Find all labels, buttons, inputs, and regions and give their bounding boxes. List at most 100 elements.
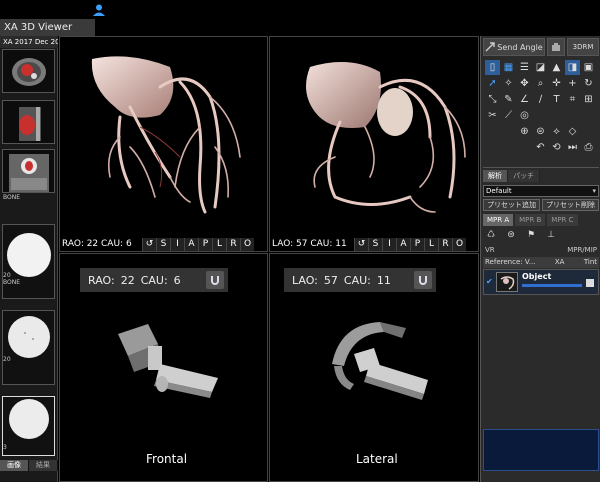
- series-thumb-2[interactable]: [2, 100, 55, 144]
- reference-label: Reference: V...: [485, 258, 536, 266]
- coronary-3d-render: [91, 56, 241, 214]
- preset-actions: プリセット追加 プリセット削除: [483, 199, 599, 211]
- trim-icon[interactable]: ⊞: [581, 92, 596, 107]
- landscape-icon[interactable]: ▲: [549, 60, 564, 75]
- user-icon[interactable]: [92, 3, 106, 17]
- object-color-swatch[interactable]: [586, 279, 594, 287]
- object-opacity-slider[interactable]: [522, 284, 582, 287]
- view-left-button[interactable]: L: [424, 238, 438, 251]
- xa-frame-thumbnail: [3, 225, 54, 298]
- pointer-icon[interactable]: ➚: [485, 76, 500, 91]
- tab-mpr-b[interactable]: MPR B: [515, 214, 546, 226]
- measure-icon[interactable]: ⤡: [485, 92, 500, 107]
- view-oblique-button[interactable]: O: [452, 238, 466, 251]
- line-icon[interactable]: ∕: [533, 92, 548, 107]
- view-anterior-button[interactable]: A: [184, 238, 198, 251]
- rotate-icon[interactable]: ↻: [581, 76, 596, 91]
- text-icon[interactable]: T: [549, 92, 564, 107]
- view-superior-button[interactable]: S: [368, 238, 382, 251]
- add-preset-button[interactable]: プリセット追加: [483, 199, 540, 211]
- undo-icon[interactable]: ↶: [533, 140, 548, 155]
- tab-mpr-c[interactable]: MPR C: [547, 214, 578, 226]
- series-thumb-6[interactable]: [2, 396, 55, 456]
- crosshair-icon[interactable]: ✛: [549, 76, 564, 91]
- fast-forward-icon[interactable]: ⏭: [565, 140, 580, 155]
- rotate-reset-icon[interactable]: ↺: [354, 238, 368, 251]
- slice-plus-icon[interactable]: +: [565, 76, 580, 91]
- magnifier-icon[interactable]: ◎: [517, 108, 532, 123]
- magnet-reset-button[interactable]: [206, 271, 224, 289]
- viewport-angle-label: LAO: 57 CAU: 11: [272, 239, 347, 249]
- view-inferior-button[interactable]: I: [170, 238, 184, 251]
- cine-icon[interactable]: ⊕: [517, 124, 532, 139]
- tab-analysis[interactable]: 解析: [483, 170, 508, 182]
- pan-icon[interactable]: ✥: [517, 76, 532, 91]
- view-posterior-button[interactable]: P: [410, 238, 424, 251]
- series-label-4: 20 BONE: [3, 272, 21, 286]
- send-angle-button[interactable]: Send Angle: [483, 38, 545, 56]
- viewport-3d-rao[interactable]: RAO: 22 CAU: 6 ↺ S I A P L R O: [59, 36, 268, 252]
- density-icon[interactable]: ⊜: [505, 229, 517, 241]
- blank-10: [517, 140, 532, 155]
- viewport-carm-lateral[interactable]: LAO: 57 CAU: 11 Lateral: [269, 253, 479, 482]
- scissors-icon[interactable]: ✂: [485, 108, 500, 123]
- object-visible-checkbox[interactable]: ✔: [486, 277, 493, 286]
- series-thumb-5[interactable]: [2, 310, 55, 385]
- view-right-button[interactable]: R: [438, 238, 452, 251]
- top-action-bar: Send Angle 3DRM: [483, 38, 599, 56]
- layout-quad-icon[interactable]: ◨: [565, 60, 580, 75]
- mpr-mip-label[interactable]: MPR/MIP: [567, 246, 597, 256]
- preset-dropdown[interactable]: Default: [483, 185, 599, 197]
- flag-icon[interactable]: ⚑: [525, 229, 537, 241]
- sculpt-icon[interactable]: ⟋: [501, 108, 516, 123]
- series-thumb-3[interactable]: [2, 149, 55, 193]
- tab-mpr-a[interactable]: MPR A: [483, 214, 514, 226]
- layout-1x2-icon[interactable]: ▯: [485, 60, 500, 75]
- viewport-carm-frontal[interactable]: RAO: 22 CAU: 6 Frontal: [59, 253, 268, 482]
- app-title-tab[interactable]: XA 3D Viewer: [0, 19, 95, 36]
- 3drm-button[interactable]: 3DRM: [567, 38, 599, 56]
- view-inferior-button[interactable]: I: [382, 238, 396, 251]
- pencil-icon[interactable]: ✎: [501, 92, 516, 107]
- reset-view-icon[interactable]: ⟲: [549, 140, 564, 155]
- viewport-3d-lao[interactable]: LAO: 57 CAU: 11 ↺ S I A P L R O: [269, 36, 479, 252]
- recycle-icon[interactable]: ♺: [485, 229, 497, 241]
- carm-lateral-model: [332, 322, 428, 400]
- view-oblique-button[interactable]: O: [240, 238, 254, 251]
- zoom-icon[interactable]: ⌕: [533, 76, 548, 91]
- view-right-button[interactable]: R: [226, 238, 240, 251]
- layer-icon[interactable]: ◇: [565, 124, 580, 139]
- vr-label[interactable]: VR: [485, 246, 495, 256]
- image-mode-icon[interactable]: ◪: [533, 60, 548, 75]
- angle-icon[interactable]: ∠: [517, 92, 532, 107]
- snapshot-icon[interactable]: ⎙: [581, 140, 596, 155]
- delete-preset-button[interactable]: プリセット削除: [542, 199, 599, 211]
- layout-list-icon[interactable]: ☰: [517, 60, 532, 75]
- bone-icon[interactable]: ⊜: [533, 124, 548, 139]
- tab-patch[interactable]: パッチ: [508, 170, 540, 182]
- crop-icon[interactable]: ⌗: [565, 92, 580, 107]
- target-icon[interactable]: ⊥: [545, 229, 557, 241]
- magnet-reset-button[interactable]: [414, 271, 432, 289]
- layout-grid-icon[interactable]: ▦: [501, 60, 516, 75]
- vessel-icon[interactable]: ⟡: [549, 124, 564, 139]
- object-row[interactable]: ✔ Object: [483, 269, 599, 295]
- arrow-tool-icon[interactable]: ▣: [581, 60, 596, 75]
- lateral-angle-display: LAO: 57 CAU: 11: [284, 268, 436, 292]
- blank-2: [549, 108, 564, 123]
- study-date-label: XA 2017 Dec 20: [0, 36, 58, 48]
- record-button[interactable]: [547, 38, 565, 56]
- series-label-5: 20: [3, 356, 11, 363]
- view-posterior-button[interactable]: P: [198, 238, 212, 251]
- view-anterior-button[interactable]: A: [396, 238, 410, 251]
- window-level-icon[interactable]: ✧: [501, 76, 516, 91]
- tab-results[interactable]: 結果: [29, 460, 58, 471]
- view-left-button[interactable]: L: [212, 238, 226, 251]
- series-thumb-4[interactable]: [2, 224, 55, 299]
- tab-images[interactable]: 画像: [0, 460, 29, 471]
- blank-9: [501, 140, 516, 155]
- series-thumb-1[interactable]: [2, 49, 55, 93]
- analysis-tabs: 解析 パッチ: [483, 170, 540, 182]
- rotate-reset-icon[interactable]: ↺: [142, 238, 156, 251]
- view-superior-button[interactable]: S: [156, 238, 170, 251]
